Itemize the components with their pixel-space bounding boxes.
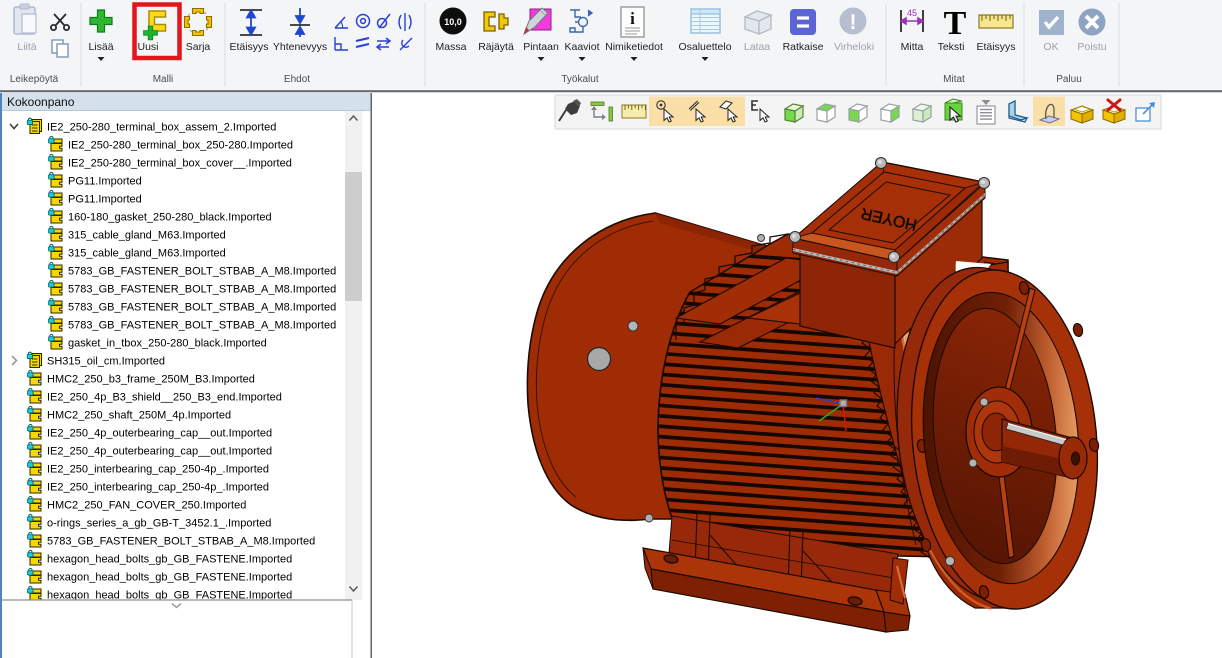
svg-text:Kokoonpano: Kokoonpano (7, 95, 75, 109)
svg-text:45: 45 (907, 8, 917, 18)
svg-text:Lataa: Lataa (744, 41, 770, 53)
svg-text:160-180_gasket_250-280_black.I: 160-180_gasket_250-280_black.Imported (68, 212, 272, 224)
svg-text:315_cable_gland_M63.Imported: 315_cable_gland_M63.Imported (68, 248, 226, 260)
svg-text:IE2_250_interbearing_cap_250-4: IE2_250_interbearing_cap_250-4p_.Importe… (47, 482, 269, 494)
svg-text:Mitta: Mitta (901, 41, 924, 53)
svg-text:315_cable_gland_M63.Imported: 315_cable_gland_M63.Imported (68, 230, 226, 242)
svg-text:5783_GB_FASTENER_BOLT_STBAB_A_: 5783_GB_FASTENER_BOLT_STBAB_A_M8.Importe… (68, 302, 336, 314)
svg-text:Työkalut: Työkalut (561, 74, 598, 85)
svg-text:o-rings_series_a_gb_GB-T_3452.: o-rings_series_a_gb_GB-T_3452.1_.Importe… (47, 518, 271, 530)
svg-text:HMC2_250_b3_frame_250M_B3.Impo: HMC2_250_b3_frame_250M_B3.Imported (47, 374, 255, 386)
svg-text:Etäisyys: Etäisyys (229, 41, 268, 53)
svg-text:T: T (944, 5, 967, 42)
svg-text:IE2_250_4p_outerbearing_cap__o: IE2_250_4p_outerbearing_cap__out.Importe… (47, 428, 272, 440)
svg-text:Malli: Malli (153, 74, 174, 85)
svg-text:5783_GB_FASTENER_BOLT_STBAB_A_: 5783_GB_FASTENER_BOLT_STBAB_A_M8.Importe… (47, 536, 315, 548)
svg-text:PG11.Imported: PG11.Imported (68, 176, 142, 188)
svg-text:Virheloki: Virheloki (834, 41, 874, 53)
svg-text:Liitä: Liitä (17, 41, 36, 53)
svg-text:IE2_250_4p_B3_shield__250_B3_e: IE2_250_4p_B3_shield__250_B3_end.Importe… (47, 392, 282, 404)
svg-text:Teksti: Teksti (938, 41, 965, 53)
svg-text:Lisää: Lisää (88, 41, 113, 53)
svg-text:5783_GB_FASTENER_BOLT_STBAB_A_: 5783_GB_FASTENER_BOLT_STBAB_A_M8.Importe… (68, 320, 336, 332)
svg-text:hexagon_head_bolts_gb_GB_FASTE: hexagon_head_bolts_gb_GB_FASTENE.Importe… (47, 554, 292, 566)
svg-text:5783_GB_FASTENER_BOLT_STBAB_A_: 5783_GB_FASTENER_BOLT_STBAB_A_M8.Importe… (68, 284, 336, 296)
svg-text:Osaluettelo: Osaluettelo (678, 41, 731, 53)
svg-text:Mitat: Mitat (943, 74, 965, 85)
svg-text:Kaaviot: Kaaviot (564, 41, 599, 53)
svg-text:Sarja: Sarja (186, 41, 211, 53)
svg-text:Massa: Massa (436, 41, 467, 53)
svg-text:Etäisyys: Etäisyys (976, 41, 1015, 53)
svg-text:Ehdot: Ehdot (284, 74, 310, 85)
svg-text:OK: OK (1043, 41, 1058, 53)
svg-text:Poistu: Poistu (1077, 41, 1106, 53)
svg-text:10,0: 10,0 (444, 17, 462, 27)
svg-text:Ratkaise: Ratkaise (783, 41, 824, 53)
svg-text:SH315_oil_cm.Imported: SH315_oil_cm.Imported (47, 356, 165, 368)
svg-text:IE2_250-280_terminal_box_cover: IE2_250-280_terminal_box_cover__.Importe… (68, 158, 292, 170)
svg-text:Räjäytä: Räjäytä (478, 41, 514, 53)
svg-text:5783_GB_FASTENER_BOLT_STBAB_A_: 5783_GB_FASTENER_BOLT_STBAB_A_M8.Importe… (68, 266, 336, 278)
svg-text:Leikepöytä: Leikepöytä (10, 74, 59, 85)
svg-text:PG11.Imported: PG11.Imported (68, 194, 142, 206)
svg-text:i: i (630, 9, 635, 28)
svg-text:Yhtenevyys: Yhtenevyys (273, 41, 327, 53)
svg-text:IE2_250_interbearing_cap_250-4: IE2_250_interbearing_cap_250-4p_.Importe… (47, 464, 269, 476)
svg-text:Pintaan: Pintaan (523, 41, 559, 53)
svg-text:!: ! (850, 11, 857, 34)
svg-text:HMC2_250_shaft_250M_4p.Importe: HMC2_250_shaft_250M_4p.Imported (47, 410, 231, 422)
svg-text:IE2_250_4p_outerbearing_cap__o: IE2_250_4p_outerbearing_cap__out.Importe… (47, 446, 272, 458)
svg-text:HMC2_250_FAN_COVER_250.Importe: HMC2_250_FAN_COVER_250.Imported (47, 500, 246, 512)
svg-text:hexagon_head_bolts_gb_GB_FASTE: hexagon_head_bolts_gb_GB_FASTENE.Importe… (47, 572, 292, 584)
svg-text:Uusi: Uusi (137, 41, 158, 53)
svg-text:Paluu: Paluu (1056, 74, 1082, 85)
svg-text:IE2_250-280_terminal_box_assem: IE2_250-280_terminal_box_assem_2.Importe… (47, 122, 276, 134)
svg-text:Nimiketiedot: Nimiketiedot (605, 41, 663, 53)
svg-text:IE2_250-280_terminal_box_250-2: IE2_250-280_terminal_box_250-280.Importe… (68, 140, 293, 152)
svg-text:gasket_in_tbox_250-280_black.I: gasket_in_tbox_250-280_black.Imported (68, 338, 267, 350)
